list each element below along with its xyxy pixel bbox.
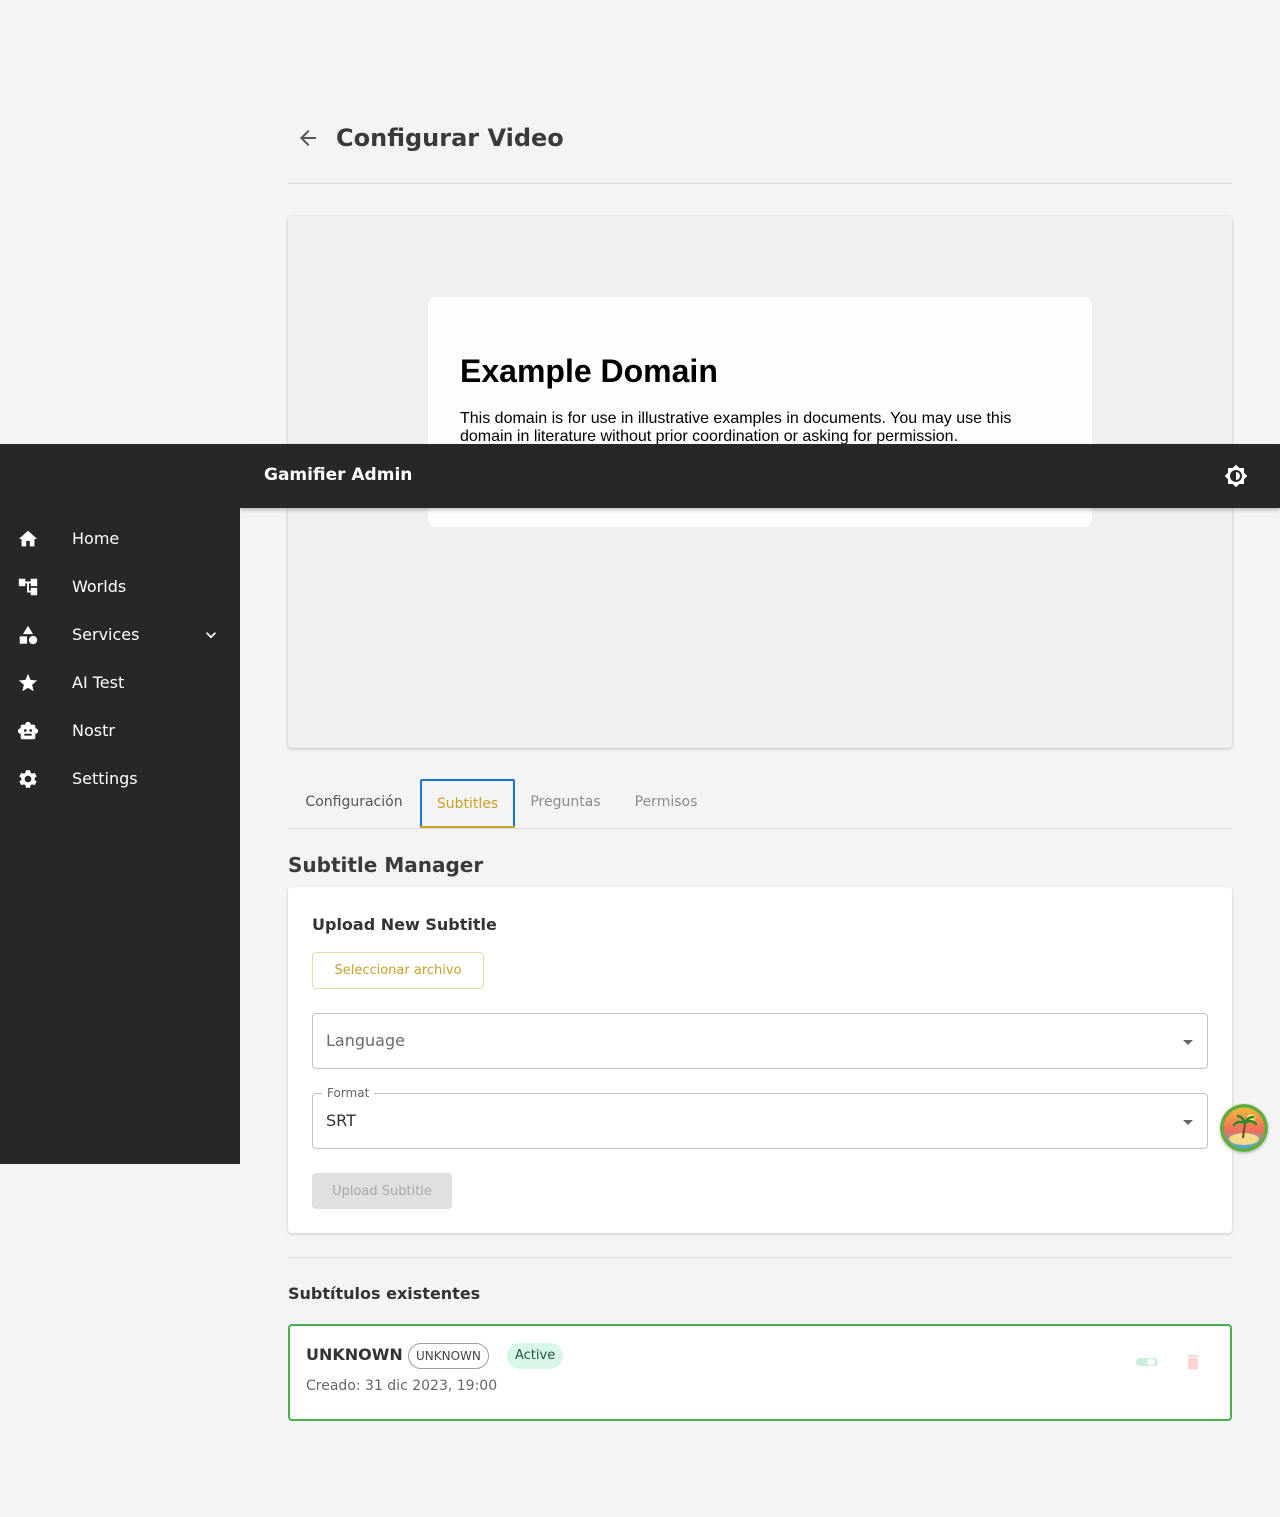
format-value: SRT (326, 1111, 356, 1130)
sidebar: Home Worlds Services AI Test Nostr Setti… (0, 444, 240, 1164)
upload-new-subtitle-heading: Upload New Subtitle (312, 915, 497, 934)
sidebar-item-label: Settings (72, 769, 138, 788)
tab-permisos[interactable]: Permisos (618, 779, 714, 828)
upload-subtitle-button[interactable]: Upload Subtitle (312, 1173, 452, 1209)
arrow-back-icon[interactable] (296, 126, 320, 150)
tab-subtitles[interactable]: Subtitles (420, 779, 515, 828)
page-header: Configurar Video (288, 116, 1232, 184)
language-chip: UNKNOWN (408, 1343, 489, 1369)
sidebar-item-home[interactable]: Home (0, 515, 240, 563)
tab-configuracion[interactable]: Configuración (288, 779, 420, 828)
language-select[interactable]: Language (312, 1013, 1208, 1069)
status-badge: Active (507, 1343, 564, 1369)
hierarchy-icon (18, 578, 38, 596)
active-toggle[interactable] (1136, 1355, 1158, 1369)
sidebar-item-label: AI Test (72, 673, 125, 692)
dropdown-arrow-icon (1183, 1120, 1193, 1125)
list-item: UNKNOWN UNKNOWN Active Creado: 31 dic 20… (288, 1324, 1232, 1421)
format-select[interactable]: Format SRT (312, 1086, 1208, 1149)
home-icon (18, 530, 38, 547)
chevron-down-icon[interactable] (201, 625, 221, 645)
app-title: Gamifier Admin (264, 465, 413, 485)
dropdown-arrow-icon (1183, 1040, 1193, 1045)
section-divider (288, 1257, 1232, 1258)
app-bar: Gamifier Admin (240, 444, 1280, 508)
tab-preguntas[interactable]: Preguntas (515, 779, 616, 828)
embedded-page-text: This domain is for use in illustrative e… (460, 410, 1012, 445)
subtitle-manager-title: Subtitle Manager (288, 853, 484, 877)
delete-icon[interactable] (1183, 1352, 1203, 1372)
sidebar-item-label: Services (72, 625, 140, 644)
subtitle-name: UNKNOWN (306, 1345, 403, 1364)
category-shapes-icon (19, 625, 38, 645)
tab-bar: Configuración Subtitles Preguntas Permis… (288, 779, 1232, 829)
gear-icon (19, 770, 37, 788)
sidebar-item-worlds[interactable]: Worlds (0, 563, 240, 611)
upload-subtitle-card: Upload New Subtitle Seleccionar archivo … (288, 887, 1232, 1233)
sidebar-item-nostr[interactable]: Nostr (0, 707, 240, 755)
sidebar-item-label: Nostr (72, 721, 115, 740)
sidebar-item-services[interactable]: Services (0, 611, 240, 659)
sidebar-item-ai-test[interactable]: AI Test (0, 659, 240, 707)
format-label: Format (322, 1086, 375, 1100)
star-icon (18, 673, 38, 692)
select-file-button[interactable]: Seleccionar archivo (312, 952, 484, 989)
brightness-icon[interactable] (1224, 464, 1248, 488)
created-date: Creado: 31 dic 2023, 19:00 (306, 1378, 498, 1394)
existing-subtitles-title: Subtítulos existentes (288, 1284, 481, 1303)
sidebar-item-label: Home (72, 529, 120, 548)
sidebar-item-settings[interactable]: Settings (0, 755, 240, 803)
robot-icon (17, 721, 39, 740)
sidebar-item-label: Worlds (72, 577, 127, 596)
page-title: Configurar Video (336, 124, 564, 152)
language-placeholder: Language (326, 1031, 405, 1050)
embedded-page-heading: Example Domain (460, 353, 718, 389)
avatar[interactable] (1220, 1104, 1268, 1152)
